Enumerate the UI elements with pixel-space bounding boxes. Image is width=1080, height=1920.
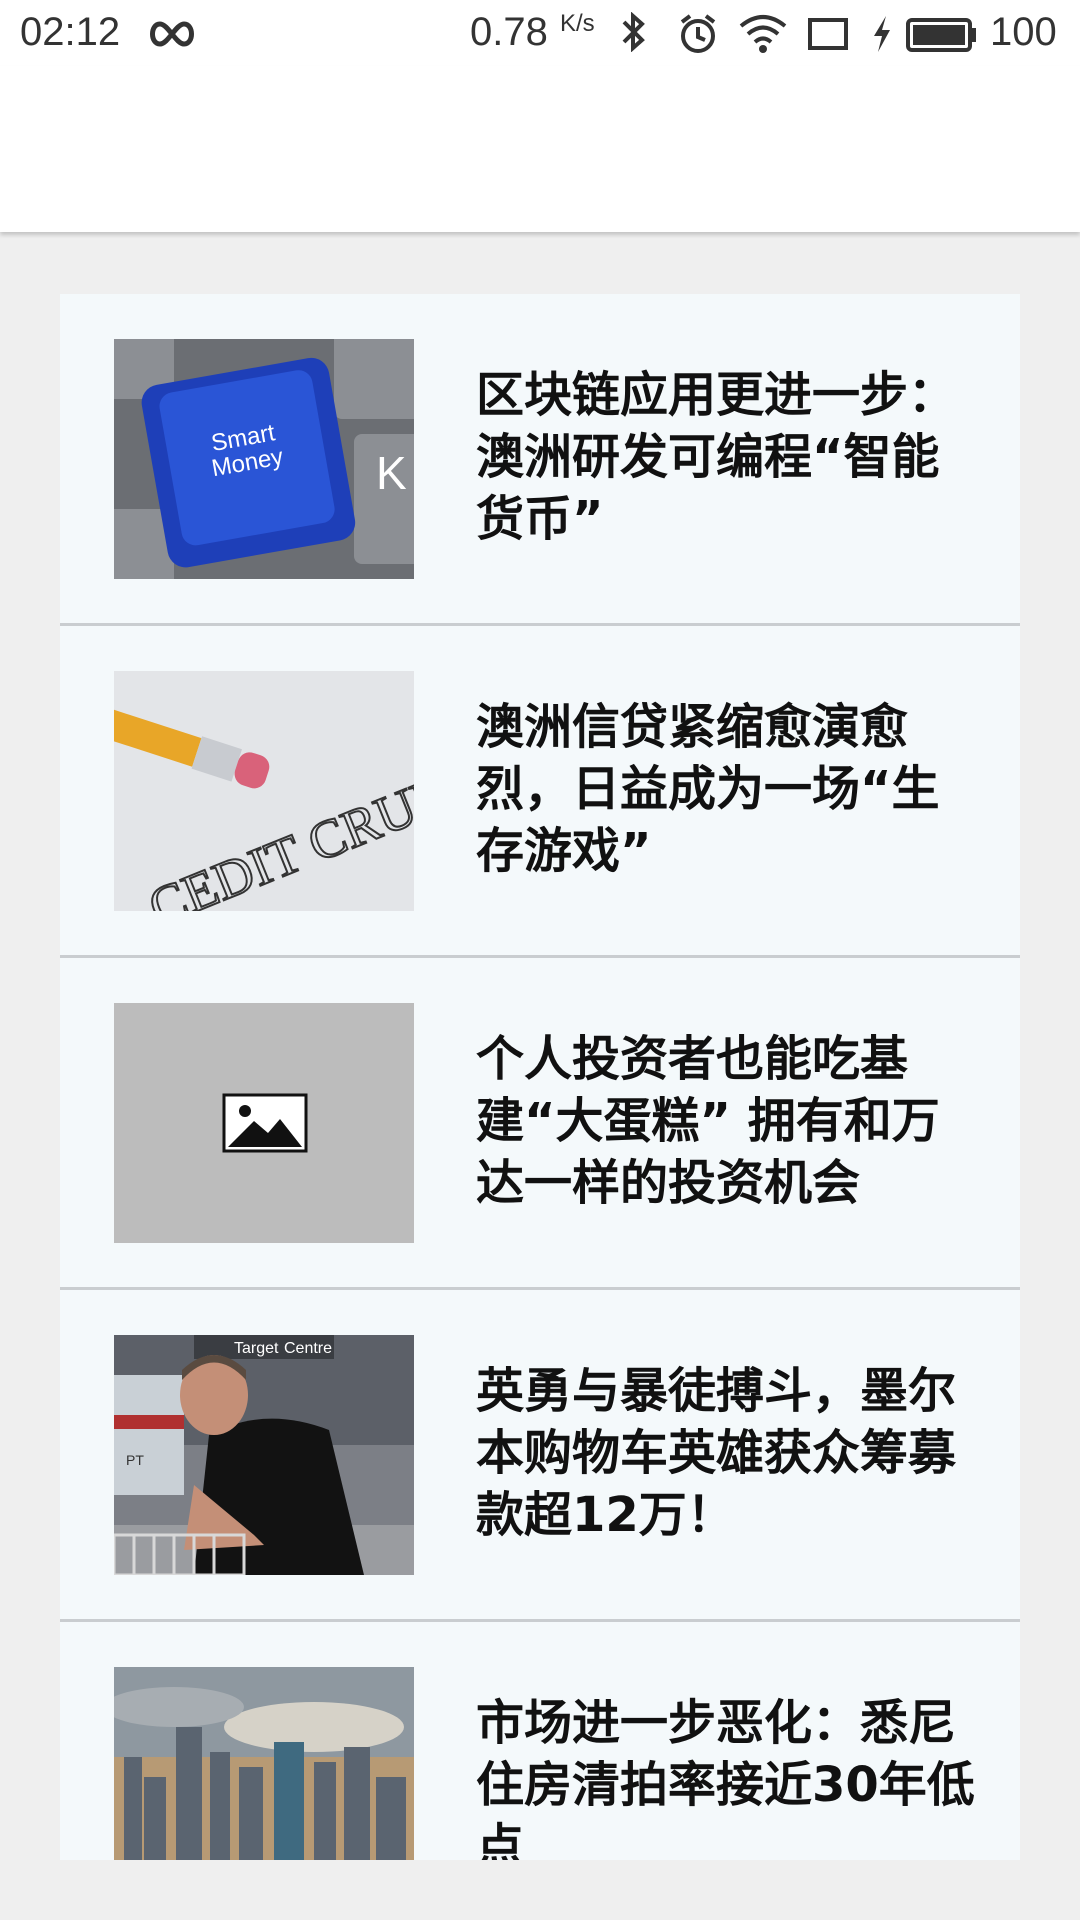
news-thumbnail: CEDIT CRUNCH — [114, 671, 414, 911]
image-text-centre: Centre — [284, 1340, 332, 1357]
news-thumbnail: K Smart Money — [114, 339, 414, 579]
news-title[interactable]: 澳洲信贷紧缩愈演愈烈，日益成为一场“生存游戏” — [476, 696, 976, 882]
status-bar: 02:12 0.78 K/s 100 — [0, 0, 1080, 66]
battery-icon — [906, 12, 978, 61]
image-text-target: Target — [234, 1340, 279, 1357]
image-placeholder-icon — [222, 1093, 308, 1153]
app-header — [0, 66, 1080, 232]
news-title[interactable]: 个人投资者也能吃基建“大蛋糕” 拥有和万达一样的投资机会 — [476, 1028, 976, 1214]
image-text-pt: PT — [126, 1452, 144, 1468]
news-item[interactable]: CEDIT CRUNCH 澳洲信贷紧缩愈演愈烈，日益成为一场“生存游戏” — [60, 626, 1020, 958]
status-time: 02:12 — [20, 10, 121, 54]
svg-text:K: K — [376, 447, 407, 499]
news-thumbnail — [114, 1667, 414, 1860]
battery-percent: 100 — [990, 10, 1057, 54]
news-thumbnail — [114, 1003, 414, 1243]
bluetooth-icon — [616, 11, 650, 57]
news-list[interactable]: K Smart Money 区块链应用更进一步：澳洲研发可编程“智能货币” 澳洲… — [60, 294, 1020, 1860]
alarm-icon — [676, 12, 720, 61]
news-thumbnail: Target Centre PT — [114, 1335, 414, 1575]
net-speed: 0.78 — [470, 10, 548, 54]
news-title[interactable]: 市场进一步恶化：悉尼住房清拍率接近30年低点 — [476, 1692, 976, 1860]
news-title[interactable]: 英勇与暴徒搏斗，墨尔本购物车英雄获众筹募款超12万！ — [476, 1360, 976, 1546]
no-sim-icon — [806, 12, 850, 61]
infinity-icon — [146, 14, 198, 59]
charging-icon — [870, 12, 894, 61]
net-speed-unit: K/s — [560, 10, 595, 37]
news-item[interactable]: K Smart Money 区块链应用更进一步：澳洲研发可编程“智能货币” — [60, 294, 1020, 626]
wifi-icon — [738, 12, 788, 61]
news-title[interactable]: 区块链应用更进一步：澳洲研发可编程“智能货币” — [476, 364, 976, 550]
news-item[interactable]: 市场进一步恶化：悉尼住房清拍率接近30年低点 — [60, 1622, 1020, 1860]
news-item[interactable]: 个人投资者也能吃基建“大蛋糕” 拥有和万达一样的投资机会 — [60, 958, 1020, 1290]
news-item[interactable]: Target Centre PT 英勇与暴徒搏斗，墨尔本购物车英雄获众筹募款超1… — [60, 1290, 1020, 1622]
